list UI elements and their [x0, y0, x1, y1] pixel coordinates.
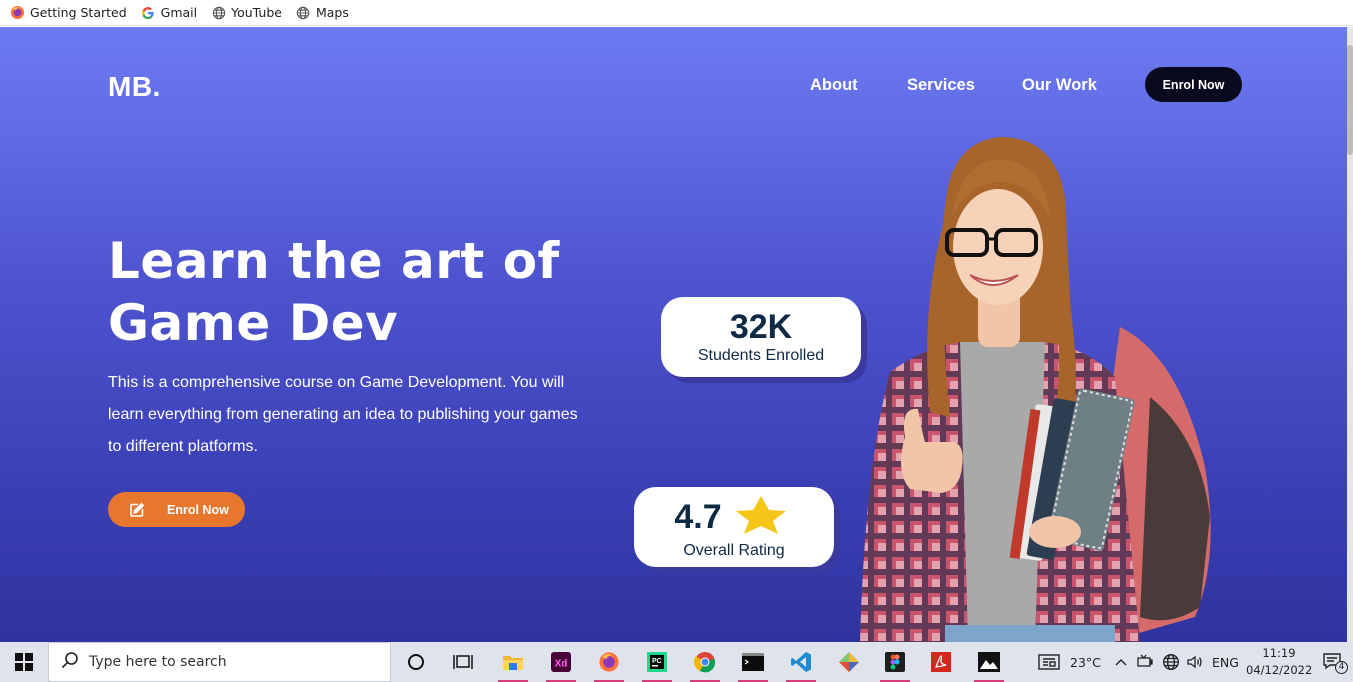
bookmark-gmail[interactable]: Gmail [141, 5, 197, 20]
stat-card-rating: 4.7 Overall Rating [634, 487, 834, 567]
pycharm-icon: PC [647, 652, 667, 672]
vscode-icon [791, 652, 811, 672]
taskbar-vscode[interactable] [778, 642, 824, 682]
hero-description: This is a comprehensive course on Game D… [108, 374, 578, 455]
task-view-button[interactable] [440, 642, 486, 682]
taskbar-figma[interactable] [872, 642, 918, 682]
news-icon [1038, 654, 1060, 670]
chrome-icon [694, 652, 716, 673]
taskbar-terminal[interactable] [730, 642, 776, 682]
bookmark-maps[interactable]: Maps [296, 5, 349, 20]
search-placeholder: Type here to search [89, 654, 227, 670]
firefox-icon [10, 5, 25, 20]
google-icon [141, 5, 156, 20]
globe-icon [1163, 654, 1179, 670]
hero-headline: Learn the art of Game Dev [108, 232, 560, 352]
nav-services[interactable]: Services [907, 76, 975, 95]
globe-icon [296, 5, 311, 20]
globe-icon [211, 5, 226, 20]
tray-network-button[interactable] [1137, 642, 1155, 682]
taskbar-chrome[interactable] [682, 642, 728, 682]
weather-widget[interactable]: 23°C [1038, 642, 1101, 682]
taskbar-acrobat[interactable] [918, 642, 964, 682]
speaker-icon [1187, 655, 1202, 669]
student-illustration [860, 137, 1211, 642]
task-view-icon [453, 655, 473, 669]
photos-icon [978, 652, 1000, 672]
rating-value: 4.7 [674, 498, 722, 536]
windows-icon [15, 653, 33, 671]
scrollbar-thumb[interactable] [1347, 45, 1353, 155]
notification-icon: 4 [1322, 652, 1348, 674]
svg-text:PC: PC [652, 658, 662, 665]
taskbar-adobe-xd[interactable]: Xd [538, 642, 584, 682]
cortana-icon [408, 654, 424, 670]
weather-temp: 23°C [1070, 654, 1101, 670]
search-icon [61, 651, 79, 674]
taskbar-search[interactable]: Type here to search [48, 642, 391, 682]
stat-card-students: 32K Students Enrolled [661, 297, 861, 377]
rating-row: 4.7 [674, 495, 793, 540]
header-enrol-button[interactable]: Enrol Now [1145, 67, 1242, 102]
bookmarks-bar: Getting Started Gmail YouTube Maps [0, 0, 1353, 26]
notification-count: 4 [1335, 661, 1348, 674]
nav-our-work[interactable]: Our Work [1022, 76, 1097, 95]
figma-icon [885, 652, 905, 672]
taskbar-file-explorer[interactable] [490, 642, 536, 682]
tray-chevron-button[interactable] [1114, 642, 1128, 682]
svg-text:Xd: Xd [555, 659, 568, 670]
folder-icon [503, 656, 523, 670]
start-button[interactable] [0, 642, 48, 682]
taskbar-kite[interactable] [826, 642, 872, 682]
taskbar-pycharm[interactable]: PC [634, 642, 680, 682]
terminal-icon [742, 653, 764, 671]
kite-icon [839, 652, 859, 672]
taskbar-photos[interactable] [966, 642, 1012, 682]
notifications-button[interactable]: 4 [1322, 642, 1348, 682]
tray-globe-button[interactable] [1162, 642, 1180, 682]
cortana-button[interactable] [393, 642, 439, 682]
tray-volume-button[interactable] [1186, 642, 1204, 682]
bookmark-youtube[interactable]: YouTube [211, 5, 282, 20]
students-label: Students Enrolled [697, 347, 825, 364]
acrobat-icon [931, 652, 951, 672]
hero-enrol-button[interactable]: Enrol Now [108, 492, 245, 527]
edit-icon [129, 502, 145, 518]
taskbar-clock[interactable]: 11:19 04/12/2022 [1246, 645, 1312, 679]
chevron-up-icon [1115, 659, 1127, 666]
bookmark-getting-started[interactable]: Getting Started [10, 5, 127, 20]
students-count: 32K [729, 308, 793, 346]
rating-label: Overall Rating [683, 541, 785, 559]
hero-section: MB. About Services Our Work Enrol Now Le… [0, 27, 1353, 642]
battery-icon [1137, 654, 1153, 667]
firefox-icon [599, 652, 619, 672]
tray-language[interactable]: ENG [1212, 642, 1239, 682]
site-logo[interactable]: MB. [108, 71, 161, 103]
adobe-xd-icon: Xd [551, 652, 571, 672]
nav-about[interactable]: About [810, 76, 858, 95]
star-icon [728, 495, 794, 540]
taskbar-firefox[interactable] [586, 642, 632, 682]
